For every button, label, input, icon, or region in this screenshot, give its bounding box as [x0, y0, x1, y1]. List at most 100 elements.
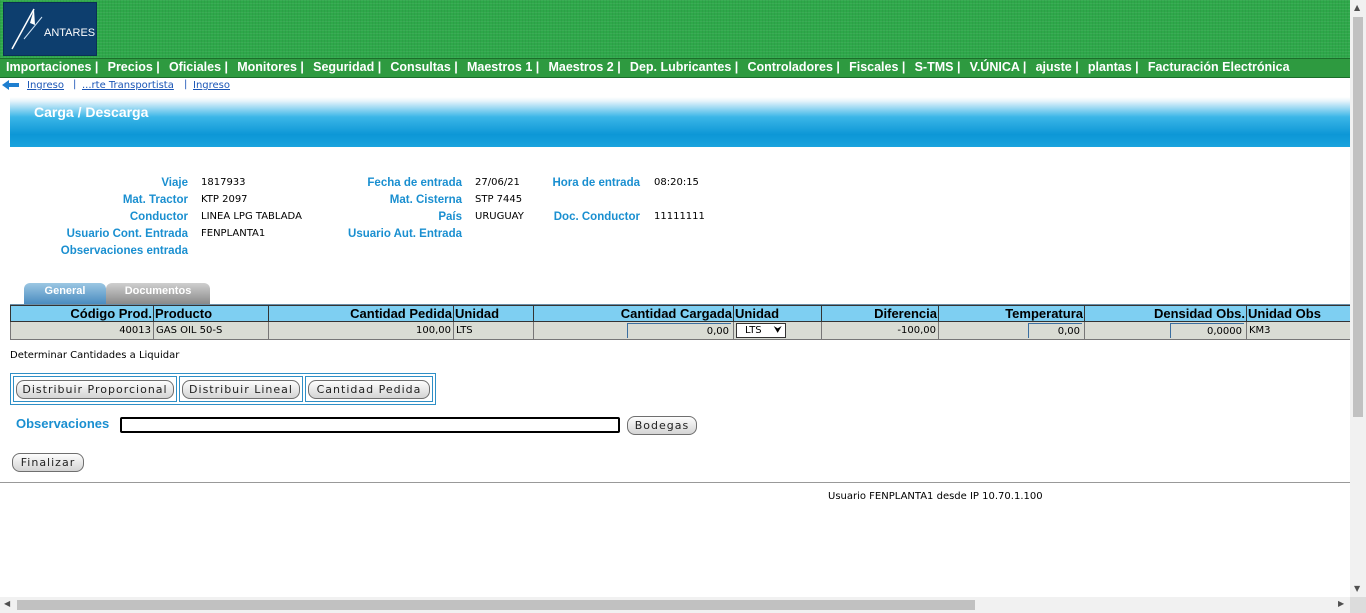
cell-densidad: 0,0000: [1084, 321, 1247, 340]
vertical-scrollbar[interactable]: ▲ ▼: [1350, 0, 1366, 597]
label-usuario-cont-entrada: Usuario Cont. Entrada: [66, 228, 188, 240]
menu-item-plantas[interactable]: plantas |: [1082, 59, 1139, 76]
col-header-codigo: Código Prod.: [10, 305, 154, 322]
value-conductor: LINEA LPG TABLADA: [201, 211, 302, 222]
cell-producto: GAS OIL 50-S: [153, 321, 269, 340]
value-hora-entrada: 08:20:15: [654, 177, 699, 188]
menu-item-seguridad[interactable]: Seguridad |: [307, 59, 381, 76]
menu-item-precios[interactable]: Precios |: [102, 59, 160, 76]
scrollbar-corner: [1350, 597, 1366, 613]
menu-item-ajuste[interactable]: ajuste |: [1030, 59, 1079, 76]
menu-item-consultas[interactable]: Consultas |: [384, 59, 457, 76]
scroll-up-icon[interactable]: ▲: [1354, 3, 1360, 12]
cell-unidad: LTS: [453, 321, 534, 340]
label-fecha-entrada: Fecha de entrada: [367, 177, 462, 189]
observaciones-input[interactable]: [120, 417, 620, 433]
cantidad-cargada-input[interactable]: 0,00: [627, 323, 731, 338]
menu-item-monitores[interactable]: Monitores |: [231, 59, 304, 76]
breadcrumb-separator: |: [73, 79, 77, 90]
value-usuario-cont-entrada: FENPLANTA1: [201, 228, 266, 239]
btn-frame-proporcional: Distribuir Proporcional: [13, 376, 177, 402]
page-title: Carga / Descarga: [34, 104, 149, 120]
tab-documentos[interactable]: Documentos: [106, 283, 210, 304]
horizontal-scroll-thumb[interactable]: [17, 600, 975, 610]
menu-item-oficiales[interactable]: Oficiales |: [163, 59, 228, 76]
col-header-densidad: Densidad Obs.: [1084, 305, 1247, 322]
table-row: 40013 GAS OIL 50-S 100,00 LTS 0,00 LTS ⮟ …: [10, 321, 1351, 340]
menu-item-maestros-2[interactable]: Maestros 2 |: [542, 59, 620, 76]
footer-divider: [0, 482, 1350, 483]
menu-item-facturacion[interactable]: Facturación Electrónica: [1142, 59, 1290, 76]
temperatura-input[interactable]: 0,00: [1028, 323, 1082, 338]
distribution-button-group: Distribuir Proporcional Distribuir Linea…: [10, 373, 436, 405]
distribuir-proporcional-button[interactable]: Distribuir Proporcional: [16, 380, 174, 399]
label-mat-tractor: Mat. Tractor: [122, 194, 188, 206]
col-header-cantidad-pedida: Cantidad Pedida: [268, 305, 454, 322]
finalizar-button[interactable]: Finalizar: [12, 453, 84, 472]
menu-item-v-unica[interactable]: V.ÚNICA |: [964, 59, 1027, 76]
menu-item-fiscales[interactable]: Fiscales |: [843, 59, 905, 76]
antares-logo[interactable]: ANTARES: [3, 2, 97, 56]
label-viaje: Viaje: [161, 177, 188, 189]
menu-item-dep-lubricantes[interactable]: Dep. Lubricantes |: [624, 59, 738, 76]
menu-item-s-tms[interactable]: S-TMS |: [909, 59, 961, 76]
value-pais: URUGUAY: [475, 211, 524, 222]
value-fecha-entrada: 27/06/21: [475, 177, 520, 188]
col-header-cantidad-cargada: Cantidad Cargada: [533, 305, 734, 322]
col-header-unidad-2: Unidad: [733, 305, 822, 322]
page-banner: Carga / Descarga: [10, 97, 1350, 147]
col-header-producto: Producto: [153, 305, 269, 322]
scroll-right-icon[interactable]: ▶: [1338, 599, 1344, 608]
menu-item-controladores[interactable]: Controladores |: [742, 59, 840, 76]
app-header: ANTARES: [0, 0, 1350, 58]
breadcrumb-link-transportista[interactable]: ...rte Transportista: [82, 80, 174, 91]
main-menu: Importaciones | Precios | Oficiales | Mo…: [0, 58, 1350, 78]
label-hora-entrada: Hora de entrada: [552, 177, 640, 189]
label-pais: País: [438, 211, 462, 223]
scroll-left-icon[interactable]: ◀: [4, 599, 10, 608]
products-table: Código Prod. Producto Cantidad Pedida Un…: [10, 305, 1351, 340]
label-mat-cisterna: Mat. Cisterna: [389, 194, 462, 206]
value-viaje: 1817933: [201, 177, 246, 188]
cell-cantidad-pedida: 100,00: [268, 321, 454, 340]
cell-temperatura: 0,00: [938, 321, 1085, 340]
label-doc-conductor: Doc. Conductor: [553, 211, 640, 223]
horizontal-scrollbar[interactable]: ◀ ▶: [0, 597, 1350, 613]
breadcrumb-link-ingreso-2[interactable]: Ingreso: [193, 80, 230, 91]
col-header-diferencia: Diferencia: [821, 305, 939, 322]
btn-frame-lineal: Distribuir Lineal: [179, 376, 303, 402]
menu-item-maestros-1[interactable]: Maestros 1 |: [461, 59, 539, 76]
logo-text: ANTARES: [44, 27, 96, 39]
breadcrumb-link-ingreso[interactable]: Ingreso: [27, 80, 64, 91]
distribuir-lineal-button[interactable]: Distribuir Lineal: [182, 380, 300, 399]
bodegas-button[interactable]: Bodegas: [627, 416, 697, 435]
col-header-temperatura: Temperatura: [938, 305, 1085, 322]
cell-unidad-obs: KM3: [1246, 321, 1351, 340]
breadcrumb-separator: |: [184, 79, 188, 90]
chevron-down-icon: ⮟: [773, 325, 783, 336]
vertical-scroll-thumb[interactable]: [1353, 17, 1363, 417]
unidad-select[interactable]: LTS ⮟: [736, 323, 786, 338]
cell-diferencia: -100,00: [821, 321, 939, 340]
cell-unidad-select: LTS ⮟: [733, 321, 822, 340]
cell-cantidad-cargada: 0,00: [533, 321, 734, 340]
label-usuario-aut-entrada: Usuario Aut. Entrada: [348, 228, 462, 240]
back-arrow-icon[interactable]: [0, 78, 20, 92]
unidad-select-value: LTS: [745, 325, 762, 336]
label-observaciones-entrada: Observaciones entrada: [60, 245, 188, 257]
value-mat-tractor: KTP 2097: [201, 194, 248, 205]
determinar-cantidades-label: Determinar Cantidades a Liquidar: [10, 350, 180, 361]
tab-general[interactable]: General: [24, 283, 106, 304]
cell-codigo: 40013: [10, 321, 154, 340]
densidad-input[interactable]: 0,0000: [1170, 323, 1244, 338]
menu-item-importaciones[interactable]: Importaciones |: [0, 59, 98, 76]
footer-user-info: Usuario FENPLANTA1 desde IP 10.70.1.100: [828, 491, 1043, 502]
btn-frame-cantidad-pedida: Cantidad Pedida: [305, 376, 433, 402]
cantidad-pedida-button[interactable]: Cantidad Pedida: [308, 380, 430, 399]
observaciones-label: Observaciones: [16, 416, 110, 431]
col-header-unidad: Unidad: [453, 305, 534, 322]
scroll-down-icon[interactable]: ▼: [1354, 584, 1360, 593]
label-conductor: Conductor: [129, 211, 188, 223]
table-header-row: Código Prod. Producto Cantidad Pedida Un…: [10, 305, 1351, 322]
value-mat-cisterna: STP 7445: [475, 194, 523, 205]
